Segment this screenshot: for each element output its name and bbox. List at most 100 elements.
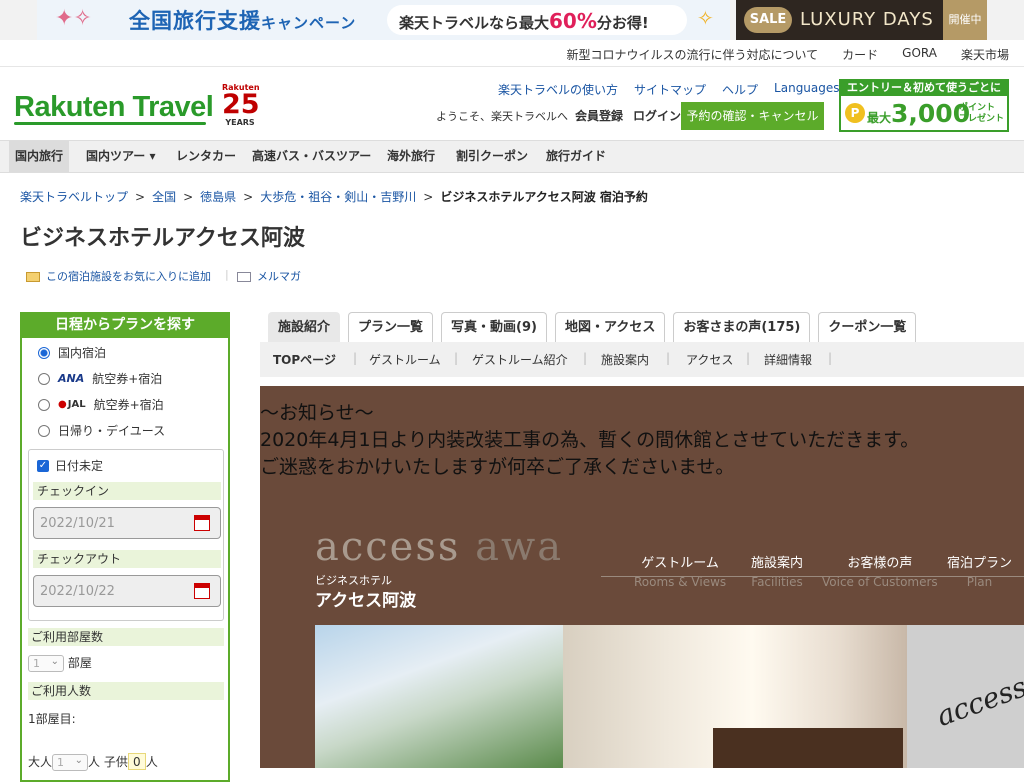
campaign-banner[interactable]: ✦✧ 全国旅行支援キャンペーン 楽天トラベルなら最大60%分お得! ✧: [37, 0, 730, 40]
card-link[interactable]: カード: [842, 46, 878, 63]
panel-heading: 日程からプランを探す: [22, 312, 228, 338]
luxury-sale-banner[interactable]: SALE LUXURY DAYS 開催中: [736, 0, 987, 40]
languages-dropdown[interactable]: Languages: [774, 81, 848, 98]
points-promo-banner[interactable]: エントリー＆初めて使うごとに P 最大3,000 ポイント プレゼント: [839, 79, 1009, 132]
nav-coupon[interactable]: 割引クーポン: [450, 141, 534, 172]
radio-domestic-stay[interactable]: 国内宿泊: [38, 344, 106, 361]
welcome-text: ようこそ、楽天トラベルへ: [436, 110, 568, 123]
promo-amount: 最大3,000: [867, 99, 971, 128]
brand-name: アクセス阿波: [315, 591, 417, 611]
date-box: ✓ 日付未定 チェックイン 2022/10/21 チェックアウト 2022/10/…: [28, 449, 224, 621]
hero-menu-plan[interactable]: 宿泊プラン Plan: [947, 552, 1012, 589]
nav-rentacar[interactable]: レンタカー: [170, 141, 242, 172]
tab-map[interactable]: 地図・アクセス: [554, 312, 666, 342]
open-badge: 開催中: [943, 0, 987, 40]
tab-photos[interactable]: 写真・動画(9): [441, 312, 547, 342]
subnav-top[interactable]: TOPページ: [273, 351, 336, 368]
room1-label: 1部屋目:: [28, 712, 76, 726]
favorite-folder-icon: [26, 272, 40, 282]
campaign-pill: 楽天トラベルなら最大60%分お得!: [387, 5, 687, 35]
nav-guide[interactable]: 旅行ガイド: [540, 141, 612, 172]
hero-menu-guestroom[interactable]: ゲストルーム Rooms & Views: [634, 552, 726, 589]
luxury-days-text: LUXURY DAYS: [800, 9, 934, 30]
page-title: ビジネスホテルアクセス阿波: [20, 226, 305, 251]
radio-ana-air-stay[interactable]: ANA 航空券+宿泊: [38, 370, 162, 387]
confetti-icon: ✦✧: [55, 6, 92, 31]
hero-menu-facilities[interactable]: 施設案内 Facilities: [751, 552, 803, 589]
sparkle-icon: ✧: [697, 6, 714, 30]
radio-jal-air-stay[interactable]: JAL航空券+宿泊: [38, 396, 164, 413]
subnav-access[interactable]: アクセス: [686, 351, 733, 368]
hotel-exterior-photo: [315, 625, 563, 768]
subnav-guestroom-intro[interactable]: ゲストルーム紹介: [472, 351, 568, 368]
campaign-title: 全国旅行支援キャンペーン: [129, 9, 357, 33]
adults-select[interactable]: 1: [52, 753, 89, 771]
25-years-badge: Rakuten 25 YEARS: [222, 83, 260, 127]
header-links: 楽天トラベルの使い方 サイトマップ ヘルプ Languages: [498, 81, 848, 98]
nav-overseas[interactable]: 海外旅行: [381, 141, 441, 172]
subnav-guestroom[interactable]: ゲストルーム: [369, 351, 441, 368]
nav-domestic-tour[interactable]: 国内ツアー ▾: [80, 141, 161, 172]
hero-menu-voice[interactable]: お客様の声 Voice of Customers: [822, 552, 938, 589]
hotel-tabs: 施設紹介 プラン一覧 写真・動画(9) 地図・アクセス お客さまの声(175) …: [268, 312, 917, 342]
site-header: Rakuten Travel Rakuten 25 YEARS 楽天トラベルの使…: [0, 66, 1024, 140]
checkin-input[interactable]: 2022/10/21: [33, 507, 221, 539]
checkout-input[interactable]: 2022/10/22: [33, 575, 221, 607]
hero-menu-divider: [601, 576, 1024, 577]
hotel-sign-photo: access: [907, 625, 1024, 768]
tab-reviews[interactable]: お客さまの声(175): [673, 312, 811, 342]
promo-top-text: エントリー＆初めて使うごとに: [841, 81, 1007, 96]
calendar-icon[interactable]: [194, 515, 210, 531]
howto-link[interactable]: 楽天トラベルの使い方: [498, 81, 618, 98]
subnav-facilities[interactable]: 施設案内: [601, 351, 649, 368]
rakuten-travel-logo[interactable]: Rakuten Travel: [14, 91, 214, 124]
ichiba-link[interactable]: 楽天市場: [961, 46, 1009, 63]
people-label: ご利用人数: [28, 682, 224, 700]
breadcrumb: 楽天トラベルトップ > 全国 > 徳島県 > 大歩危・祖谷・剣山・吉野川 > ビジネスホテルアク…: [20, 190, 648, 204]
ana-logo: ANA: [58, 372, 85, 385]
breadcrumb-top[interactable]: 楽天トラベルトップ: [20, 190, 128, 204]
rooms-label: ご利用部屋数: [28, 628, 224, 646]
date-search-panel: 日程からプランを探す 国内宿泊 ANA航空券+宿泊 JAL航空券+宿泊 日帰り・…: [20, 312, 230, 782]
add-favorite-link[interactable]: この宿泊施設をお気に入りに追加: [26, 268, 211, 284]
breadcrumb-area[interactable]: 大歩危・祖谷・剣山・吉野川: [260, 190, 416, 204]
nav-bus[interactable]: 高速バス・バスツアー: [246, 141, 377, 172]
breadcrumb-tokushima[interactable]: 徳島県: [200, 190, 236, 204]
closure-notice: 〜お知らせ〜 2020年4月1日より内装改装工事の為、暫くの間休館とさせていただ…: [260, 402, 920, 478]
hotel-hero: 〜お知らせ〜 2020年4月1日より内装改装工事の為、暫くの間休館とさせていただ…: [260, 386, 1024, 768]
hotel-brand-logo: access awa: [315, 524, 564, 570]
people-row: 大人1人 子供0人: [28, 753, 158, 771]
calendar-icon[interactable]: [194, 583, 210, 599]
covid-link[interactable]: 新型コロナウイルスの流行に伴う対応について: [567, 46, 819, 63]
top-banner: ✦✧ 全国旅行支援キャンペーン 楽天トラベルなら最大60%分お得! ✧ SALE…: [0, 0, 1024, 40]
rooms-select[interactable]: 1: [28, 654, 64, 672]
promo-points-label: ポイント プレゼント: [958, 103, 1004, 124]
radio-day-use[interactable]: 日帰り・デイユース: [38, 422, 165, 439]
checkout-label: チェックアウト: [33, 550, 221, 568]
reservation-check-button[interactable]: 予約の確認・キャンセル: [681, 102, 824, 130]
logo-underline: [14, 122, 206, 125]
jal-logo: JAL: [58, 399, 86, 410]
register-link[interactable]: 会員登録: [575, 107, 623, 124]
tab-overview[interactable]: 施設紹介: [268, 312, 341, 342]
badge-years: YEARS: [225, 118, 255, 127]
help-link[interactable]: ヘルプ: [722, 81, 758, 98]
subnav-details[interactable]: 詳細情報: [764, 351, 812, 368]
mail-magazine-link[interactable]: メルマガ: [225, 268, 301, 284]
tab-coupons[interactable]: クーポン一覧: [818, 312, 917, 342]
sale-badge: SALE: [744, 7, 792, 33]
mail-icon: [237, 272, 251, 282]
tab-plans[interactable]: プラン一覧: [348, 312, 434, 342]
point-coin-icon: P: [845, 103, 865, 123]
checkin-label: チェックイン: [33, 482, 221, 500]
breadcrumb-current: ビジネスホテルアクセス阿波 宿泊予約: [440, 190, 648, 204]
rooms-row: 1 部屋: [28, 654, 92, 672]
date-undecided-checkbox[interactable]: ✓ 日付未定: [37, 457, 103, 474]
sitemap-link[interactable]: サイトマップ: [634, 81, 706, 98]
nav-domestic[interactable]: 国内旅行: [9, 141, 70, 172]
children-count[interactable]: 0: [127, 753, 146, 770]
breadcrumb-all[interactable]: 全国: [152, 190, 176, 204]
login-link[interactable]: ログイン: [633, 107, 681, 124]
top-links: 新型コロナウイルスの流行に伴う対応について カード GORA 楽天市場: [567, 46, 1010, 63]
gora-link[interactable]: GORA: [902, 46, 937, 63]
